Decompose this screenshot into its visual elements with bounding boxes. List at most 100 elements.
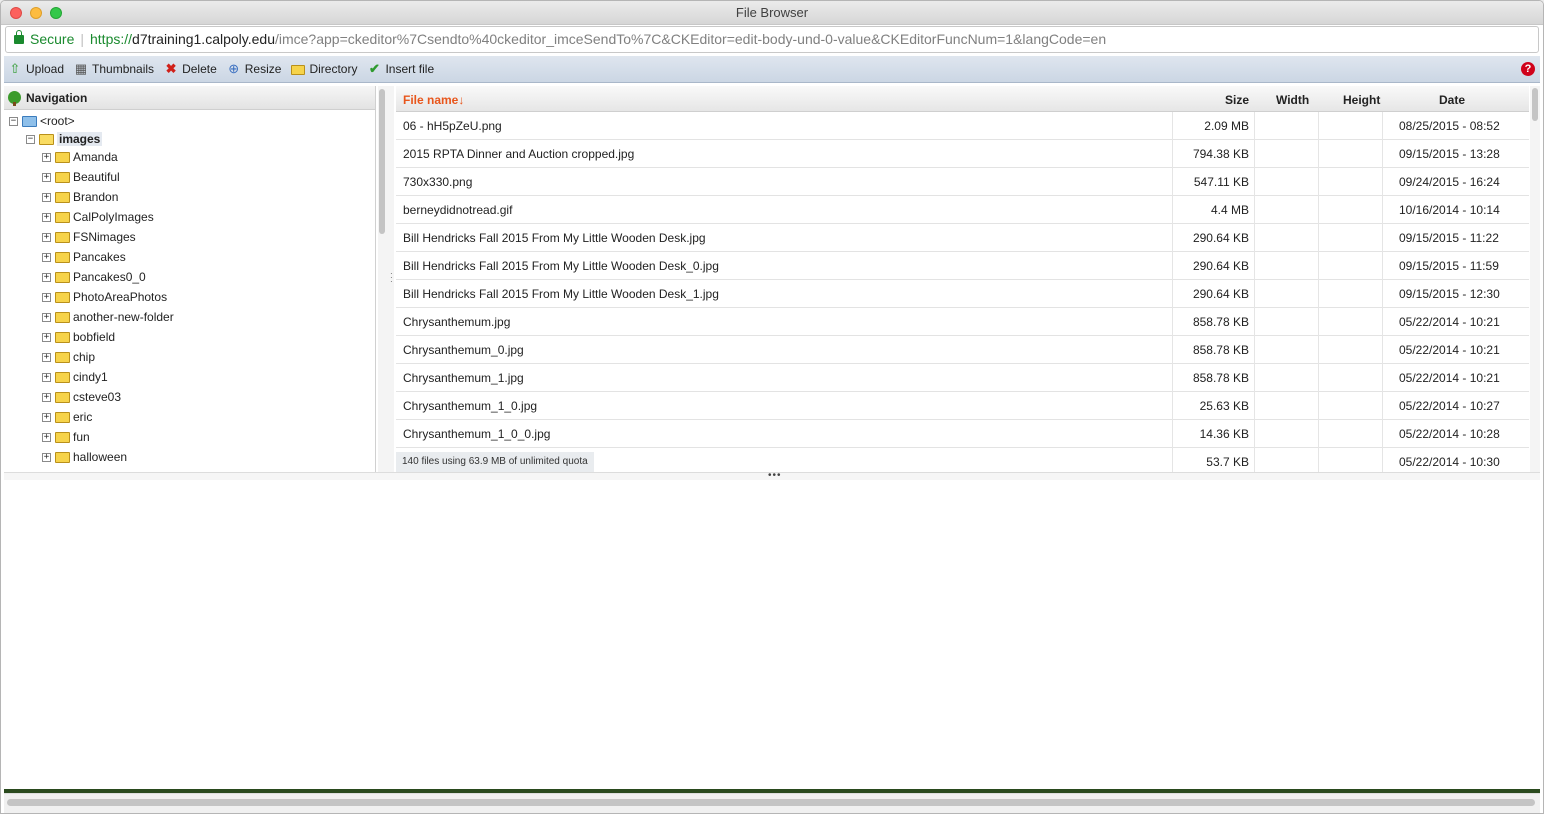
file-date: 09/15/2015 - 11:59 xyxy=(1399,259,1499,273)
file-date: 05/22/2014 - 10:28 xyxy=(1399,427,1500,441)
folder-icon xyxy=(55,192,70,204)
expand-icon[interactable]: + xyxy=(42,233,51,243)
column-header-file-name[interactable]: File name↓ xyxy=(403,93,464,107)
expand-icon[interactable]: + xyxy=(42,333,51,343)
horizontal-scrollbar-thumb[interactable] xyxy=(7,799,1535,806)
file-row[interactable]: 2015 RPTA Dinner and Auction cropped.jpg… xyxy=(396,140,1529,168)
horizontal-scrollbar[interactable] xyxy=(4,793,1540,813)
tree-node-folder[interactable]: + fun xyxy=(42,428,90,446)
expand-icon[interactable]: + xyxy=(42,273,51,283)
insert-file-button[interactable]: ✔ Insert file xyxy=(367,62,434,77)
file-row[interactable]: Chrysanthemum.jpg 858.78 KB 05/22/2014 - 1… xyxy=(396,308,1529,336)
tree-node-folder[interactable]: + CalPolyImages xyxy=(42,208,154,226)
tree-node-folder[interactable]: + FSNimages xyxy=(42,228,136,246)
tree-node-label: cindy1 xyxy=(73,370,108,384)
tree-node-folder[interactable]: + Pancakes0_0 xyxy=(42,268,146,286)
help-icon[interactable]: ? xyxy=(1521,62,1535,76)
file-row[interactable]: 06 - hH5pZeU.png 2.09 MB 08/25/2015 - 08:5… xyxy=(396,112,1529,140)
pane-splitter-vertical[interactable]: · · · xyxy=(378,86,394,472)
file-size: 290.64 KB xyxy=(1192,287,1249,301)
file-row[interactable]: berneydidnotread.gif 4.4 MB 10/16/2014 - 1… xyxy=(396,196,1529,224)
tree-node-folder[interactable]: + Brandon xyxy=(42,188,118,206)
close-window-button[interactable] xyxy=(10,7,22,19)
tree-node-label: Brandon xyxy=(73,190,119,204)
column-header-height[interactable]: Height xyxy=(1343,93,1380,107)
expand-icon[interactable]: + xyxy=(42,193,51,203)
tree-node-label: Beautiful xyxy=(73,170,120,184)
tree-node-folder[interactable]: + chip xyxy=(42,348,95,366)
secure-label: Secure xyxy=(30,31,75,47)
column-divider xyxy=(1254,112,1255,472)
file-size: 290.64 KB xyxy=(1192,259,1249,273)
expand-icon[interactable]: + xyxy=(42,393,51,403)
thumbnails-button[interactable]: ▦ Thumbnails xyxy=(74,62,155,77)
file-date: 05/22/2014 - 10:21 xyxy=(1399,343,1500,357)
file-row[interactable]: Bill Hendricks Fall 2015 From My Little … xyxy=(396,280,1529,308)
expand-icon[interactable]: + xyxy=(42,213,51,223)
expand-icon[interactable]: + xyxy=(42,153,51,163)
pane-splitter-horizontal[interactable]: ••• xyxy=(4,471,1540,481)
tree-node-folder[interactable]: + cindy1 xyxy=(42,368,108,386)
folder-icon xyxy=(55,232,70,244)
file-name: Chrysanthemum_1_0.jpg xyxy=(403,399,538,413)
minimize-window-button[interactable] xyxy=(30,7,42,19)
folder-icon xyxy=(55,432,70,444)
folder-icon xyxy=(22,116,37,128)
file-name: 06 - hH5pZeU.png xyxy=(403,119,502,133)
expand-icon[interactable]: + xyxy=(42,173,51,183)
file-row[interactable]: Chrysanthemum_1_0_0.jpg 14.36 KB 05/22/201… xyxy=(396,420,1529,448)
expand-icon[interactable]: + xyxy=(42,253,51,263)
file-row[interactable]: Chrysanthemum_1.jpg 858.78 KB 05/22/2014 -… xyxy=(396,364,1529,392)
file-list-scrollbar[interactable] xyxy=(1530,86,1540,472)
tree-node-label: FSNimages xyxy=(73,230,136,244)
expand-icon[interactable]: + xyxy=(42,373,51,383)
maximize-window-button[interactable] xyxy=(50,7,62,19)
resize-button[interactable]: ⊕ Resize xyxy=(227,62,281,77)
folder-icon xyxy=(55,172,70,184)
column-header-size[interactable]: Size xyxy=(1225,93,1249,107)
file-row[interactable]: 730x330.png 547.11 KB 09/24/2015 - 16:24 xyxy=(396,168,1529,196)
file-date: 09/15/2015 - 13:28 xyxy=(1399,147,1500,161)
folder-icon xyxy=(55,452,70,464)
delete-button[interactable]: ✖ Delete xyxy=(164,62,217,77)
collapse-icon[interactable]: − xyxy=(26,135,35,145)
tree-node-label: halloween xyxy=(73,450,128,464)
navigation-scrollbar-thumb[interactable] xyxy=(379,89,385,234)
folder-icon xyxy=(55,252,70,264)
expand-icon[interactable]: + xyxy=(42,453,51,463)
expand-icon[interactable]: + xyxy=(42,413,51,423)
column-header-date[interactable]: Date xyxy=(1439,93,1465,107)
tree-node-folder[interactable]: + csteve03 xyxy=(42,388,121,406)
tree-node-images[interactable]: − images xyxy=(26,130,103,148)
tree-node-folder[interactable]: + Amanda xyxy=(42,148,118,166)
file-size: 53.7 KB xyxy=(1206,455,1249,469)
file-date: 05/22/2014 - 10:21 xyxy=(1399,371,1500,385)
collapse-icon[interactable]: − xyxy=(9,117,18,127)
thumbnails-label: Thumbnails xyxy=(92,62,155,76)
file-name: Chrysanthemum_1.jpg xyxy=(403,371,524,385)
tree-node-folder[interactable]: + another-new-folder xyxy=(42,308,174,326)
file-list-scrollbar-thumb[interactable] xyxy=(1532,88,1538,121)
expand-icon[interactable]: + xyxy=(42,293,51,303)
column-header-width[interactable]: Width xyxy=(1276,93,1309,107)
address-bar[interactable]: Secure | https://d7training1.calpoly.edu/i… xyxy=(5,26,1539,53)
tree-node-label: fun xyxy=(73,430,90,444)
tree-node-folder[interactable]: + halloween xyxy=(42,448,127,466)
expand-icon[interactable]: + xyxy=(42,313,51,323)
file-row[interactable]: Chrysanthemum_1_0.jpg 25.63 KB 05/22/2014 … xyxy=(396,392,1529,420)
browser-window: File Browser Secure | https://d7training1.… xyxy=(0,0,1544,814)
tree-node-folder[interactable]: + PhotoAreaPhotos xyxy=(42,288,167,306)
upload-button[interactable]: ⇧ Upload xyxy=(8,62,64,77)
tree-node-folder[interactable]: + Beautiful xyxy=(42,168,120,186)
expand-icon[interactable]: + xyxy=(42,433,51,443)
file-row[interactable]: Chrysanthemum_0.jpg 858.78 KB 05/22/2014 -… xyxy=(396,336,1529,364)
tree-node-folder[interactable]: + eric xyxy=(42,408,92,426)
tree-node-label: another-new-folder xyxy=(73,310,174,324)
expand-icon[interactable]: + xyxy=(42,353,51,363)
directory-button[interactable]: Directory xyxy=(291,62,357,76)
tree-node-folder[interactable]: + bobfield xyxy=(42,328,115,346)
file-row[interactable]: Bill Hendricks Fall 2015 From My Little … xyxy=(396,224,1529,252)
file-row[interactable]: Bill Hendricks Fall 2015 From My Little … xyxy=(396,252,1529,280)
tree-node-root[interactable]: − <root> xyxy=(9,112,75,130)
tree-node-folder[interactable]: + Pancakes xyxy=(42,248,126,266)
